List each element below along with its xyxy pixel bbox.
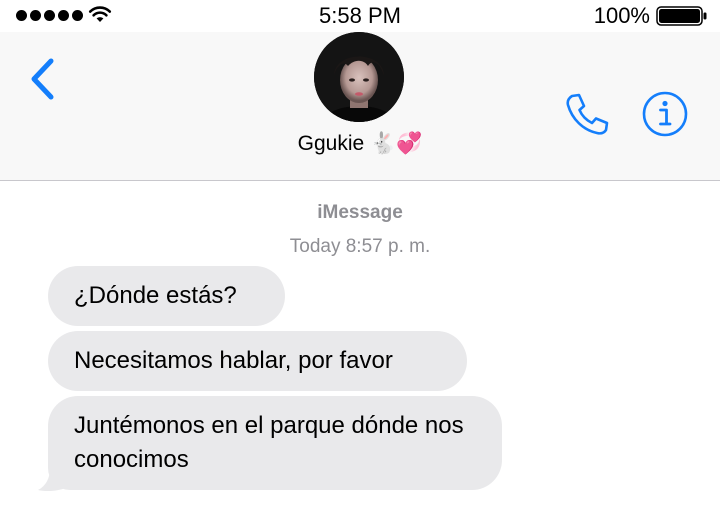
message-timestamp: Today 8:57 p. m. bbox=[289, 236, 431, 257]
avatar-photo bbox=[314, 32, 404, 122]
info-icon[interactable] bbox=[641, 90, 689, 138]
status-bar: 5:58 PM 100% bbox=[0, 0, 720, 32]
message-text: Juntémonos en el parque dónde nos conoci… bbox=[74, 412, 464, 473]
message-text: ¿Dónde estás? bbox=[74, 282, 237, 309]
conversation-header: Ggukie 🐇💞 bbox=[0, 32, 720, 181]
battery-full-icon bbox=[656, 6, 707, 26]
contact-avatar[interactable] bbox=[314, 32, 404, 122]
phone-icon[interactable] bbox=[563, 90, 611, 138]
service-label: iMessage bbox=[317, 202, 403, 223]
message-bubble-incoming[interactable]: Juntémonos en el parque dónde nos conoci… bbox=[48, 396, 502, 490]
back-chevron-icon[interactable] bbox=[24, 54, 60, 104]
message-bubble-incoming[interactable]: Necesitamos hablar, por favor bbox=[48, 331, 467, 391]
message-text: Necesitamos hablar, por favor bbox=[74, 347, 393, 374]
battery-percent: 100% bbox=[593, 3, 650, 28]
message-bubble-incoming[interactable]: ¿Dónde estás? bbox=[48, 266, 285, 326]
contact-name[interactable]: Ggukie 🐇💞 bbox=[0, 132, 720, 156]
